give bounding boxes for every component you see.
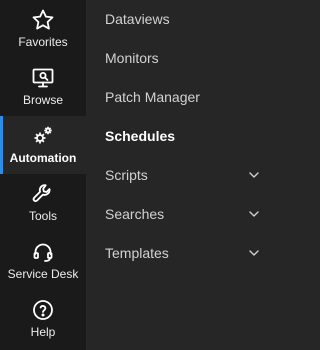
help-circle-icon (31, 298, 55, 322)
navigation-rail: Favorites Browse Automation Tools Servic… (0, 0, 86, 350)
monitor-search-icon (31, 66, 55, 90)
chevron-down-icon[interactable] (248, 169, 260, 181)
rail-item-label: Browse (22, 93, 63, 107)
rail-item-automation[interactable]: Automation (0, 116, 86, 174)
menu-item-monitors[interactable]: Monitors (86, 39, 280, 77)
rail-item-browse[interactable]: Browse (0, 58, 86, 116)
chevron-down-icon[interactable] (248, 247, 260, 259)
chevron-down-icon[interactable] (248, 208, 260, 220)
menu-item-label: Patch Manager (105, 89, 200, 105)
menu-item-dataviews[interactable]: Dataviews (86, 0, 280, 38)
menu-item-label: Monitors (105, 50, 159, 66)
star-icon (31, 8, 55, 32)
menu-item-label: Templates (105, 245, 169, 261)
rail-item-help[interactable]: Help (0, 290, 86, 348)
menu-item-label: Searches (105, 206, 165, 222)
menu-item-searches[interactable]: Searches (86, 195, 280, 233)
gears-icon (31, 124, 55, 148)
rail-item-service-desk[interactable]: Service Desk (0, 232, 86, 290)
rail-item-label: Service Desk (7, 267, 79, 281)
rail-item-tools[interactable]: Tools (0, 174, 86, 232)
menu-item-label: Scripts (105, 167, 148, 183)
rail-item-label: Favorites (18, 35, 68, 49)
menu-item-patch-manager[interactable]: Patch Manager (86, 78, 280, 116)
automation-submenu: Dataviews Monitors Patch Manager Schedul… (86, 0, 280, 350)
menu-item-label: Schedules (105, 128, 176, 144)
menu-item-schedules[interactable]: Schedules (86, 117, 280, 155)
menu-item-templates[interactable]: Templates (86, 234, 280, 272)
rail-item-label: Automation (9, 151, 77, 165)
rail-item-label: Help (30, 325, 56, 339)
wrench-icon (31, 182, 55, 206)
rail-item-favorites[interactable]: Favorites (0, 0, 86, 58)
menu-item-label: Dataviews (105, 11, 170, 27)
rail-item-label: Tools (28, 209, 57, 223)
menu-item-scripts[interactable]: Scripts (86, 156, 280, 194)
headset-icon (31, 240, 55, 264)
